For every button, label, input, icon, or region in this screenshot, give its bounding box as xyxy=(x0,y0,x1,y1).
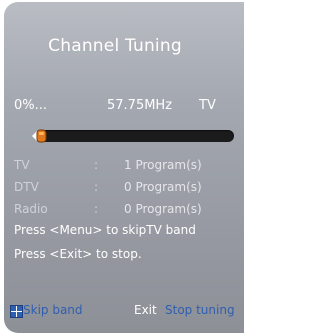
menu-hint-text: Press <Menu> to skipTV band xyxy=(14,223,196,237)
radio-program-count: 0 Program(s) xyxy=(124,202,202,216)
tv-label: TV xyxy=(14,158,30,172)
radio-label: Radio xyxy=(14,202,48,216)
tuning-progress-bar xyxy=(36,130,234,142)
tv-program-count: 1 Program(s) xyxy=(124,158,202,172)
stop-tuning-action[interactable]: Stop tuning xyxy=(165,303,235,317)
progress-thumb-icon xyxy=(32,129,47,143)
dtv-program-count: 0 Program(s) xyxy=(124,180,202,194)
tv-colon: : xyxy=(94,158,99,172)
radio-colon: : xyxy=(94,202,99,216)
dialog-title: Channel Tuning xyxy=(48,36,182,56)
exit-hint-text: Press <Exit> to stop. xyxy=(14,247,142,261)
dtv-label: DTV xyxy=(14,180,39,194)
blue-grid-icon[interactable] xyxy=(10,305,23,318)
exit-key-label[interactable]: Exit xyxy=(134,303,157,317)
band-label: TV xyxy=(199,98,216,113)
frequency-readout: 57.75MHz xyxy=(107,98,173,113)
dialog-footer: Skip band Exit Stop tuning xyxy=(4,302,244,322)
dtv-colon: : xyxy=(94,180,99,194)
channel-tuning-dialog: Channel Tuning 0%... 57.75MHz TV TV : 1 … xyxy=(4,2,244,333)
skip-band-action[interactable]: Skip band xyxy=(23,303,83,317)
progress-percent: 0%... xyxy=(14,98,48,113)
